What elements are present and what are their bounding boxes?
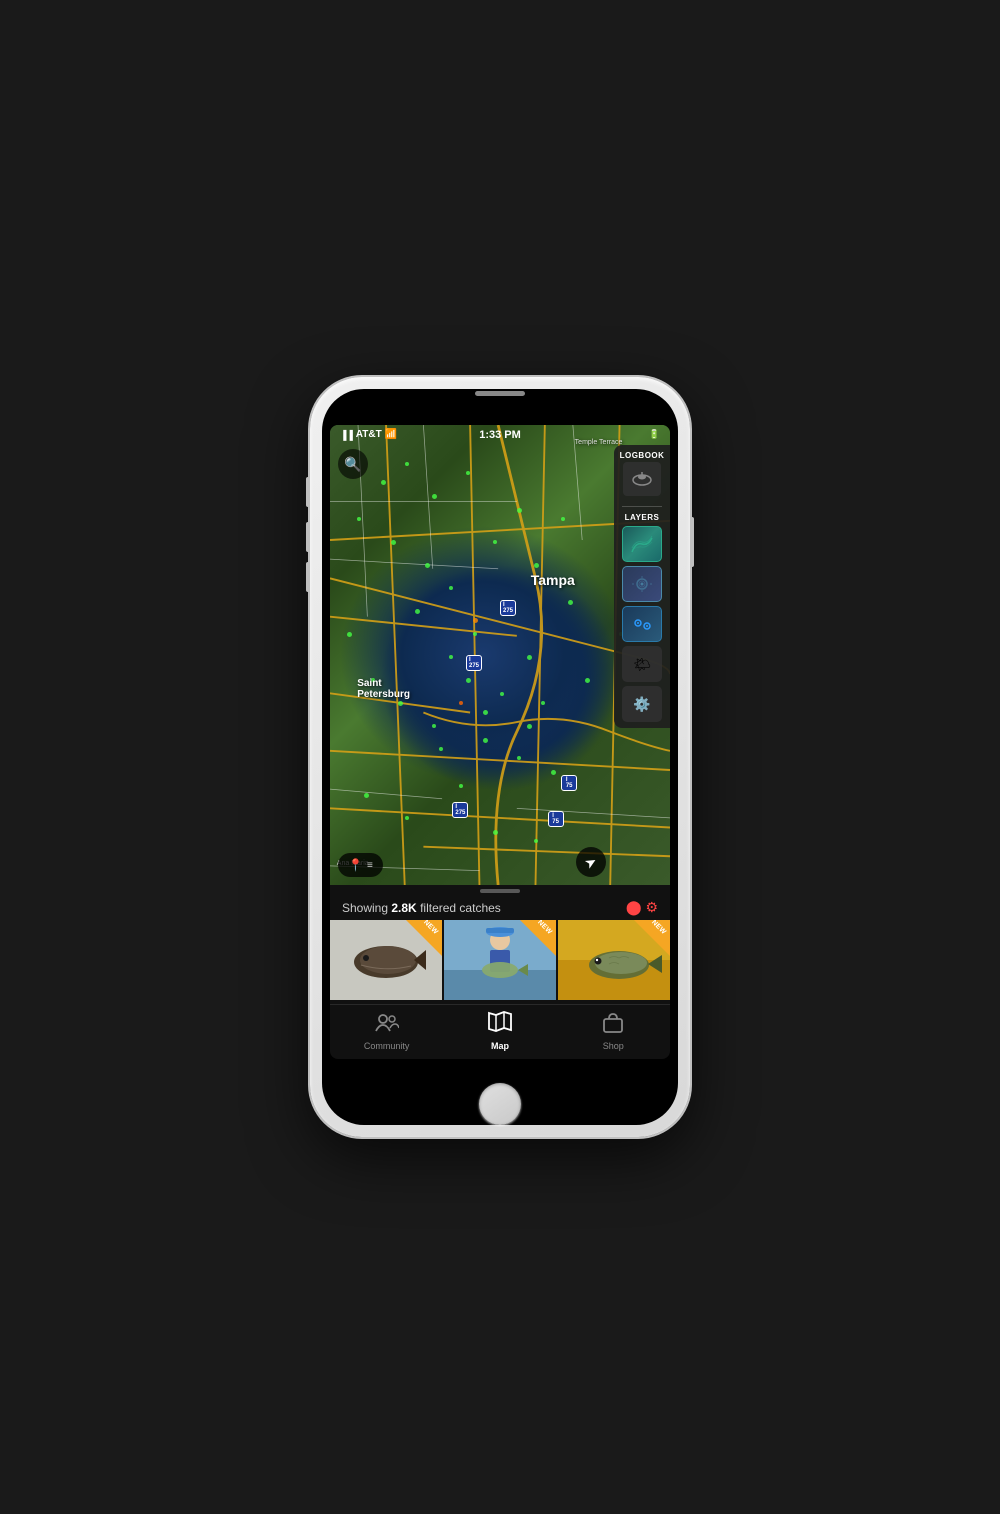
layer-weather-button[interactable] — [622, 566, 662, 602]
new-badge-text-1: NEW — [422, 920, 439, 936]
community-label: Community — [364, 1041, 410, 1051]
logbook-label: LOGBOOK — [620, 451, 665, 460]
home-button[interactable] — [479, 1083, 521, 1125]
search-icon: 🔍 — [344, 456, 361, 473]
app-screen: ▐▐ AT&T 📶 1:33 PM 🔋 — [330, 425, 670, 1059]
status-left: ▐▐ AT&T 📶 — [340, 429, 397, 440]
filter-suffix: filtered catches — [420, 901, 501, 915]
carrier-label: AT&T — [356, 429, 382, 440]
i75-shield-1: I75 — [561, 775, 577, 791]
shop-icon — [602, 1011, 624, 1039]
compass-button[interactable]: ➤ — [576, 847, 606, 877]
settings-button[interactable]: ⚙️ — [622, 686, 662, 722]
bottom-nav: Community Map — [330, 1004, 670, 1059]
filter-bar: Showing 2.8K filtered catches ⬤ ⚙ — [330, 893, 670, 920]
status-time: 1:33 PM — [479, 429, 521, 441]
status-bar: ▐▐ AT&T 📶 1:33 PM 🔋 — [330, 425, 670, 444]
catch-thumb-1[interactable]: NEW — [330, 920, 442, 1000]
new-badge-text-2: NEW — [536, 920, 553, 936]
logbook-icon — [623, 462, 661, 496]
catch-count: 2.8K — [391, 901, 416, 915]
layer-topo-button[interactable] — [622, 526, 662, 562]
catch-thumb-3[interactable]: NEW — [558, 920, 670, 1000]
map-container[interactable]: Tampa SaintPetersburg Temple Terrace Ana… — [330, 425, 670, 885]
i75-shield-2: I75 — [548, 811, 564, 827]
catch-thumb-2[interactable]: NEW — [444, 920, 556, 1000]
catches-row: NEW — [330, 920, 670, 1004]
shop-label: Shop — [603, 1041, 624, 1051]
signal-icon: ▐▐ — [340, 430, 353, 440]
search-button[interactable]: 🔍 — [338, 449, 368, 479]
status-right: 🔋 — [649, 429, 660, 440]
layer-waypoints-button[interactable] — [622, 606, 662, 642]
weather-button[interactable]: 🌤 — [622, 646, 662, 682]
topo-icon — [623, 527, 661, 561]
i275-shield-1: I275 — [500, 600, 516, 616]
waypoints-layer-icon — [623, 607, 661, 641]
pin-icon: 📍 — [348, 858, 363, 872]
community-icon — [375, 1011, 399, 1039]
weather-layer-icon — [623, 567, 661, 601]
nav-map[interactable]: Map — [443, 1011, 556, 1051]
map-icon — [488, 1011, 512, 1039]
logbook-button[interactable]: LOGBOOK — [620, 451, 665, 496]
compass-icon: ➤ — [582, 852, 601, 873]
settings-icon: ⚙️ — [633, 696, 650, 713]
nav-shop[interactable]: Shop — [557, 1011, 670, 1051]
new-badge-text-3: NEW — [650, 920, 667, 936]
i275-shield-2: I275 — [466, 655, 482, 671]
panel-divider — [622, 506, 662, 507]
wifi-icon: 📶 — [385, 429, 397, 440]
weather-icon: 🌤 — [633, 656, 651, 673]
battery-icon: 🔋 — [649, 429, 660, 440]
bottom-sheet: Showing 2.8K filtered catches ⬤ ⚙ — [330, 885, 670, 1004]
right-panel: LOGBOOK LAYERS — [614, 445, 670, 728]
phone-frame: ▐▐ AT&T 📶 1:33 PM 🔋 — [310, 377, 690, 1137]
legend-lines-icon: ≡ — [367, 860, 373, 871]
filter-toggle-button[interactable]: ⬤ ⚙ — [626, 899, 658, 916]
filter-text: Showing 2.8K filtered catches — [342, 901, 501, 915]
map-label: Map — [491, 1041, 509, 1051]
phone-speaker — [475, 391, 525, 396]
nav-community[interactable]: Community — [330, 1011, 443, 1051]
i275-shield-3: I275 — [452, 802, 468, 818]
legend-button[interactable]: 📍 ≡ — [338, 853, 383, 877]
phone-screen: ▐▐ AT&T 📶 1:33 PM 🔋 — [322, 389, 678, 1125]
layers-label: LAYERS — [625, 513, 660, 522]
